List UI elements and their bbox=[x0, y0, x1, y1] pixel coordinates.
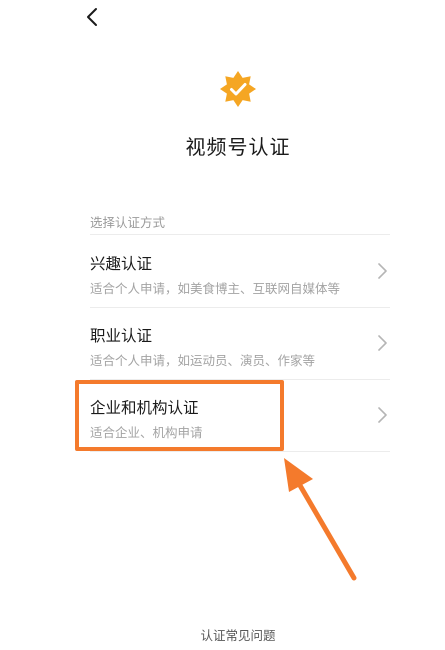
section-label: 选择认证方式 bbox=[90, 215, 166, 230]
verified-badge-icon bbox=[220, 71, 256, 107]
option-interest-certification[interactable]: 兴趣认证 适合个人申请，如美食博主、互联网自媒体等 bbox=[90, 236, 390, 308]
option-title: 职业认证 bbox=[90, 327, 153, 345]
chevron-left-icon bbox=[87, 8, 97, 26]
chevron-right-icon bbox=[378, 407, 387, 423]
option-description: 适合企业、机构申请 bbox=[90, 425, 203, 440]
divider bbox=[90, 234, 390, 235]
certification-page: 视频号认证 选择认证方式 兴趣认证 适合个人申请，如美食博主、互联网自媒体等 职… bbox=[0, 0, 445, 650]
annotation-arrow-icon bbox=[284, 458, 357, 581]
faq-link[interactable]: 认证常见问题 bbox=[0, 625, 445, 644]
option-professional-certification[interactable]: 职业认证 适合个人申请，如运动员、演员、作家等 bbox=[90, 308, 390, 380]
page-title: 视频号认证 bbox=[185, 135, 291, 159]
option-enterprise-certification[interactable]: 企业和机构认证 适合企业、机构申请 bbox=[90, 380, 390, 452]
back-button[interactable] bbox=[78, 4, 106, 30]
chevron-right-icon bbox=[378, 335, 387, 351]
option-title: 兴趣认证 bbox=[90, 255, 153, 273]
divider bbox=[90, 451, 390, 452]
option-description: 适合个人申请，如运动员、演员、作家等 bbox=[90, 353, 316, 368]
chevron-right-icon bbox=[378, 263, 387, 279]
option-description: 适合个人申请，如美食博主、互联网自媒体等 bbox=[90, 281, 341, 296]
option-title: 企业和机构认证 bbox=[90, 399, 199, 417]
